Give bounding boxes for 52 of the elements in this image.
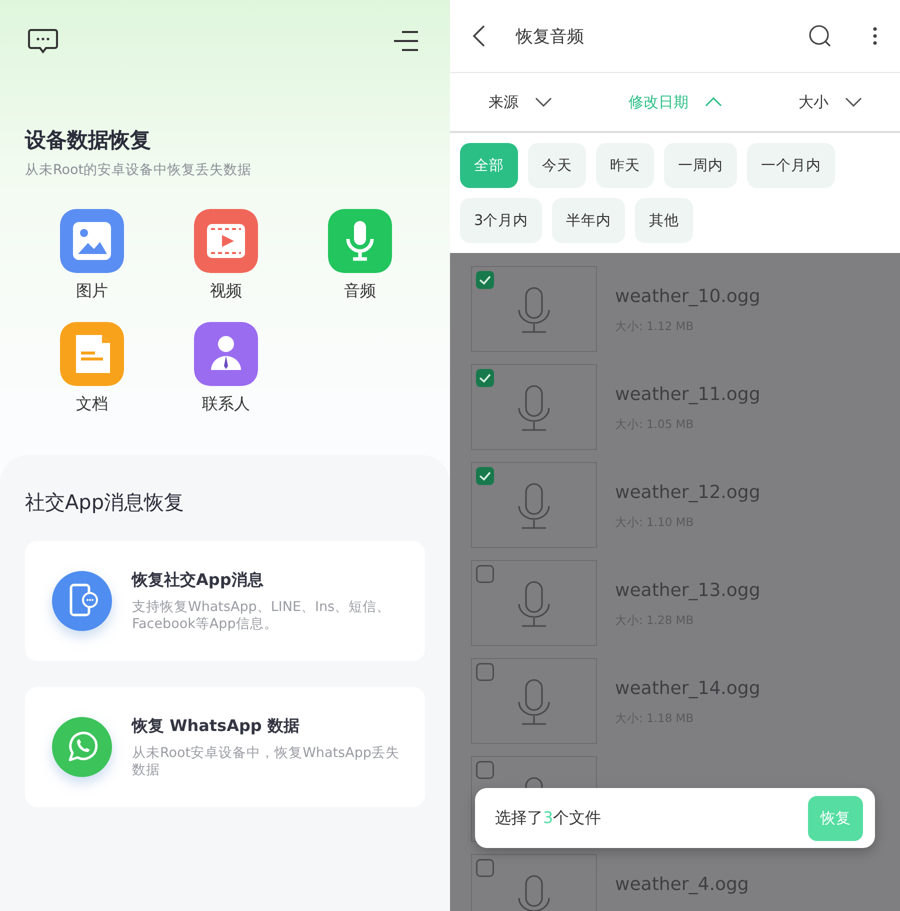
checkbox[interactable] — [476, 663, 494, 681]
file-name: weather_4.ogg — [615, 874, 749, 895]
filter-chip[interactable]: 其他 — [635, 198, 694, 243]
card-description: 支持恢复WhatsApp、LINE、Ins、短信、Facebook等App信息。 — [132, 598, 392, 632]
category-label[interactable]: 文档 — [76, 394, 108, 415]
category-label[interactable]: 联系人 — [202, 394, 250, 415]
file-name: weather_13.ogg — [615, 580, 760, 601]
audio-category-icon[interactable] — [328, 209, 392, 273]
chat-icon[interactable] — [28, 28, 58, 54]
filter-chip[interactable]: 一周内 — [664, 143, 737, 188]
chevron-down-icon — [534, 97, 552, 107]
filter-chip[interactable]: 昨天 — [596, 143, 654, 188]
file-name: weather_12.ogg — [615, 482, 760, 503]
more-icon[interactable] — [872, 26, 878, 46]
card-description: 从未Root安卓设备中，恢复WhatsApp丢失数据 — [132, 744, 400, 778]
filter-chip[interactable]: 3个月内 — [460, 198, 542, 243]
checkbox[interactable] — [476, 761, 494, 779]
card-title: 恢复社交App消息 — [132, 570, 264, 590]
video-category-icon[interactable] — [194, 209, 258, 273]
phone-message-icon — [50, 569, 114, 633]
recovery-card[interactable]: 恢复社交App消息 支持恢复WhatsApp、LINE、Ins、短信、Facebook等App信息。 — [25, 541, 425, 661]
category-label[interactable]: 图片 — [76, 281, 108, 302]
category-label[interactable]: 音频 — [344, 281, 376, 302]
checkbox[interactable] — [476, 271, 494, 289]
checkbox[interactable] — [476, 859, 494, 877]
file-name: weather_11.ogg — [615, 384, 760, 405]
filter-chip[interactable]: 一个月内 — [747, 143, 835, 188]
back-icon[interactable] — [472, 25, 486, 47]
filter-chip[interactable]: 半年内 — [552, 198, 626, 243]
sort-option[interactable]: 来源 — [484, 88, 556, 116]
image-category-icon[interactable] — [60, 209, 124, 273]
sort-option[interactable]: 大小 — [794, 88, 866, 116]
file-name: weather_14.ogg — [615, 678, 760, 699]
checkbox[interactable] — [476, 369, 494, 387]
document-category-icon[interactable] — [60, 322, 124, 386]
recovery-card[interactable]: 恢复 WhatsApp 数据 从未Root安卓设备中，恢复WhatsApp丢失数据 — [25, 687, 425, 807]
checkbox[interactable] — [476, 565, 494, 583]
search-icon[interactable] — [808, 24, 832, 48]
section-title: 设备数据恢复 — [25, 127, 152, 154]
whatsapp-icon — [50, 715, 114, 779]
file-name: weather_10.ogg — [615, 286, 760, 307]
category-label[interactable]: 视频 — [210, 281, 242, 302]
chevron-down-icon — [844, 97, 862, 107]
chevron-up-icon — [704, 97, 722, 107]
contact-category-icon[interactable] — [194, 322, 258, 386]
checkbox[interactable] — [476, 467, 494, 485]
selection-count-text: 选择了 3个文件 — [495, 808, 602, 828]
card-title: 恢复 WhatsApp 数据 — [132, 716, 300, 736]
page-title: 恢复音频 — [516, 26, 585, 48]
filter-chip[interactable]: 今天 — [528, 143, 586, 188]
section-subtitle: 从未Root的安卓设备中恢复丢失数据 — [25, 161, 253, 179]
section-title: 社交App消息恢复 — [25, 489, 186, 516]
